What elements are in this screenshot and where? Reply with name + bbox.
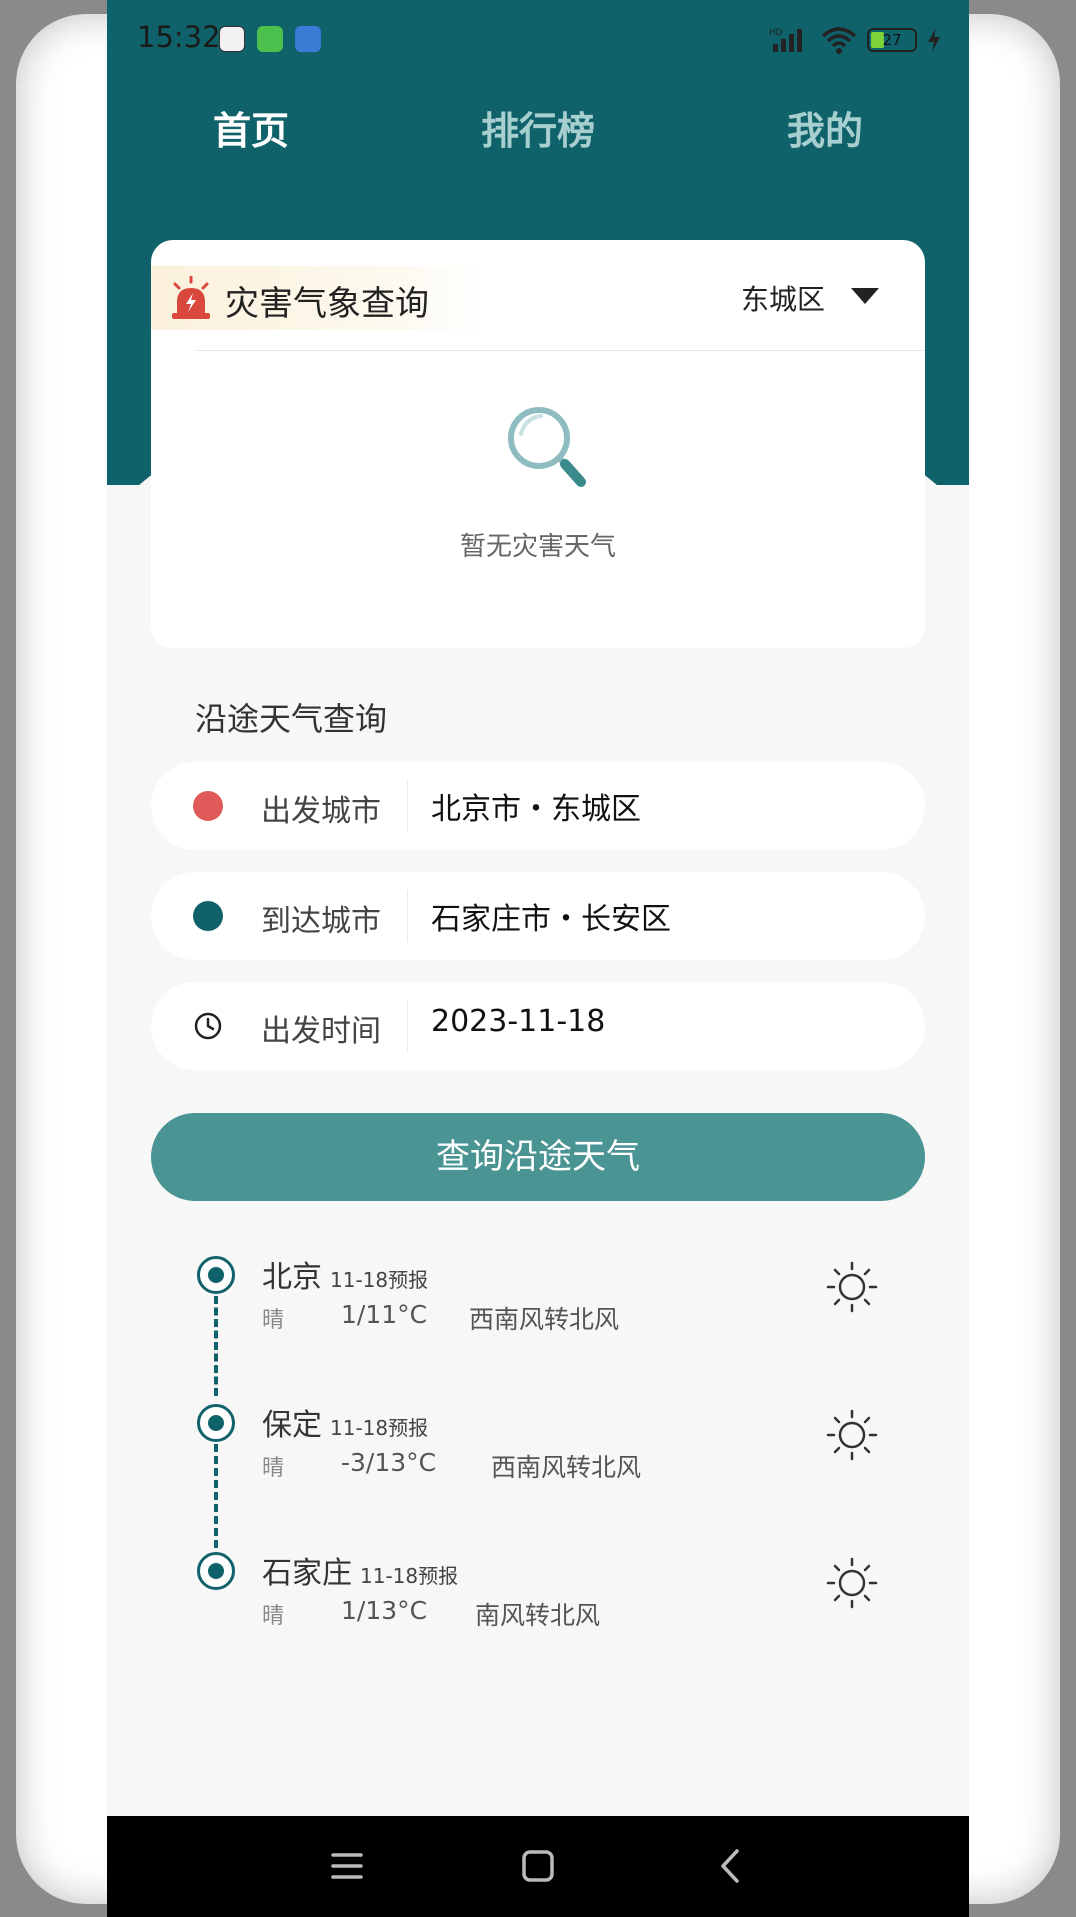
- departure-city-row[interactable]: 出发城市 北京市・东城区: [151, 762, 925, 850]
- app-notification-icon: [219, 26, 245, 52]
- status-indicators: HD 27: [769, 24, 941, 56]
- clock-icon: [194, 1012, 222, 1040]
- disaster-weather-card: 灾害气象查询 东城区 暂无灾害天气: [151, 240, 925, 648]
- timeline-marker-icon: [197, 1404, 235, 1442]
- weather-condition: 晴: [262, 1308, 285, 1333]
- status-bar: 15:32 HD 27: [107, 16, 969, 64]
- app-notification-icon: [295, 26, 321, 52]
- temperature: 1/13°C: [341, 1596, 428, 1625]
- query-route-weather-button[interactable]: 查询沿途天气: [151, 1113, 925, 1201]
- menu-icon[interactable]: [327, 1846, 367, 1886]
- departure-city-value[interactable]: 北京市・东城区: [431, 784, 641, 828]
- weather-condition: 晴: [262, 1604, 285, 1629]
- forecast-tag: 11-18预报: [360, 1564, 459, 1588]
- timeline-item: 保定 11-18预报 晴 -3/13°C 西南风转北风: [107, 1400, 969, 1500]
- home-icon[interactable]: [518, 1846, 558, 1886]
- sun-icon: [826, 1261, 878, 1313]
- weather-condition: 晴: [262, 1456, 285, 1481]
- timeline-city: 石家庄 11-18预报: [262, 1556, 459, 1591]
- battery-icon: 27: [867, 28, 917, 52]
- wind: 南风转北风: [475, 1601, 601, 1630]
- svg-text:HD: HD: [769, 28, 783, 38]
- departure-time-row[interactable]: 出发时间 2023-11-18: [151, 982, 925, 1070]
- arrival-city-row[interactable]: 到达城市 石家庄市・长安区: [151, 872, 925, 960]
- card-divider: [195, 350, 925, 351]
- arrival-dot-icon: [193, 901, 223, 931]
- row-separator: [407, 1000, 408, 1052]
- sun-icon: [826, 1557, 878, 1609]
- timeline-marker-icon: [197, 1552, 235, 1590]
- departure-time-value[interactable]: 2023-11-18: [431, 1004, 605, 1039]
- charging-icon: [928, 28, 940, 52]
- tab-home[interactable]: 首页: [213, 100, 289, 155]
- departure-label: 出发城市: [261, 794, 381, 829]
- search-icon: [508, 407, 586, 487]
- section-title: 沿途天气查询: [195, 700, 388, 738]
- forecast-tag: 11-18预报: [330, 1416, 429, 1440]
- wifi-icon: [821, 27, 857, 54]
- phone-screen: 15:32 HD 27 首页 排行榜 我的 灾害气象查询 东城区 暂无灾害天气 …: [107, 0, 969, 1917]
- timeline-item: 北京 11-18预报 晴 1/11°C 西南风转北风: [107, 1252, 969, 1352]
- dropdown-arrow-icon[interactable]: [851, 288, 879, 304]
- sun-icon: [826, 1409, 878, 1461]
- signal-icon: HD: [769, 28, 802, 52]
- row-separator: [407, 780, 408, 832]
- departure-dot-icon: [193, 791, 223, 821]
- empty-state-text: 暂无灾害天气: [459, 532, 616, 562]
- district-select[interactable]: 东城区: [741, 278, 825, 318]
- top-tabs: 首页 排行榜 我的: [107, 100, 969, 160]
- timeline-city: 保定 11-18预报: [262, 1408, 429, 1443]
- time-label: 出发时间: [261, 1014, 381, 1049]
- timeline-city: 北京 11-18预报: [262, 1260, 429, 1295]
- wind: 西南风转北风: [491, 1453, 642, 1482]
- arrival-city-value[interactable]: 石家庄市・长安区: [431, 894, 671, 938]
- battery-level: 27: [882, 31, 902, 49]
- alarm-icon: [172, 276, 210, 319]
- forecast-tag: 11-18预报: [330, 1268, 429, 1292]
- card-header: 灾害气象查询: [151, 266, 486, 330]
- arrival-label: 到达城市: [261, 904, 381, 939]
- temperature: -3/13°C: [341, 1448, 437, 1477]
- card-title: 灾害气象查询: [225, 284, 429, 324]
- row-separator: [407, 890, 408, 942]
- system-nav-bar: [107, 1816, 969, 1917]
- back-icon[interactable]: [711, 1846, 751, 1886]
- app-notification-icon: [257, 26, 283, 52]
- status-time: 15:32: [137, 20, 221, 54]
- wind: 西南风转北风: [469, 1305, 620, 1334]
- tab-ranking[interactable]: 排行榜: [481, 100, 595, 155]
- timeline-item: 石家庄 11-18预报 晴 1/13°C 南风转北风: [107, 1548, 969, 1648]
- temperature: 1/11°C: [341, 1300, 428, 1329]
- timeline-marker-icon: [197, 1256, 235, 1294]
- tab-mine[interactable]: 我的: [787, 100, 863, 155]
